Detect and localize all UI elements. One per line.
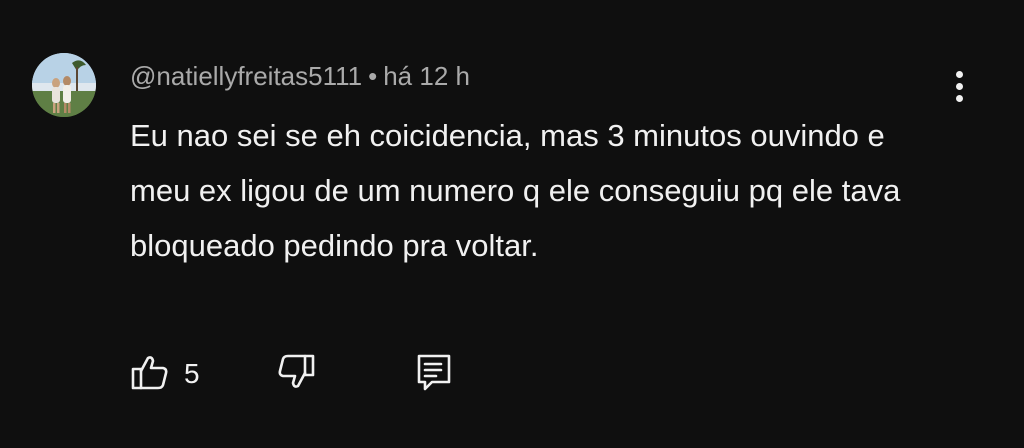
like-button[interactable]: 5 [130,352,200,396]
meta-separator: • [368,61,378,91]
dislike-button[interactable] [276,352,316,396]
more-vertical-icon [955,70,963,102]
comment-text: Eu nao sei se eh coicidencia, mas 3 minu… [130,118,901,263]
comment-time[interactable]: há 12 h [383,61,470,91]
avatar[interactable] [32,53,96,117]
reply-button[interactable] [414,352,454,396]
like-count: 5 [184,358,200,389]
comment-card: @natiellyfreitas5111 • há 12 h Eu nao sei … [0,0,1024,448]
comment-meta: @natiellyfreitas5111 • há 12 h [130,58,470,94]
more-options-button[interactable] [944,66,974,106]
avatar-photo [32,53,96,117]
thumbs-down-icon [276,352,316,397]
reply-comment-icon [414,352,454,397]
author-handle[interactable]: @natiellyfreitas5111 [130,61,362,91]
thumbs-up-icon [130,352,170,397]
